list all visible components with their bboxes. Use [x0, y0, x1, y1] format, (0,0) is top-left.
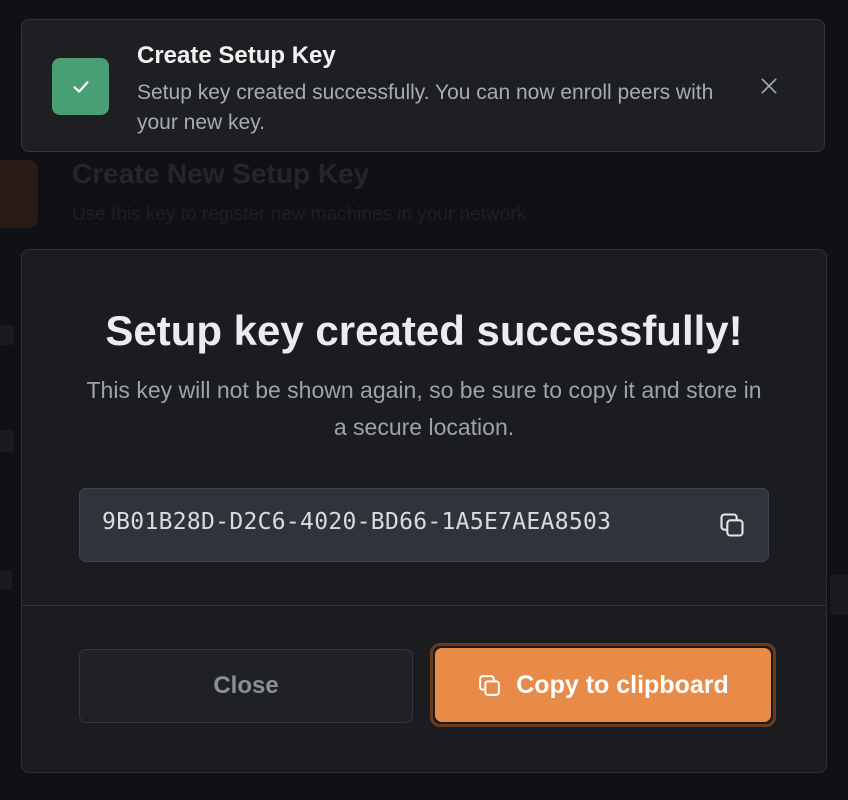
setup-key-field[interactable]: 9B01B28D-D2C6-4020-BD66-1A5E7AEA8503 — [79, 488, 769, 562]
setup-key-modal: Setup key created successfully! This key… — [21, 249, 827, 773]
background-fragment — [0, 430, 14, 452]
check-icon — [52, 58, 109, 115]
divider — [22, 605, 826, 606]
copy-icon[interactable] — [716, 509, 748, 541]
background-title: Create New Setup Key — [72, 158, 370, 189]
close-icon[interactable] — [756, 73, 782, 99]
copy-to-clipboard-button[interactable]: Copy to clipboard — [430, 643, 776, 727]
background-logo — [0, 160, 38, 228]
modal-description: This key will not be shown again, so be … — [86, 377, 762, 440]
background-fragment — [830, 575, 848, 615]
close-button[interactable]: Close — [79, 649, 413, 723]
modal-title: Setup key created successfully! — [105, 307, 743, 354]
toast-message: Setup key created successfully. You can … — [137, 81, 714, 134]
background-subtitle: Use this key to register new machines in… — [72, 204, 527, 225]
setup-key-value[interactable]: 9B01B28D-D2C6-4020-BD66-1A5E7AEA8503 — [102, 509, 611, 535]
copy-icon — [477, 673, 502, 698]
toast-title: Create Setup Key — [137, 42, 336, 69]
copy-button-label: Copy to clipboard — [516, 670, 729, 699]
copy-button-face[interactable]: Copy to clipboard — [435, 648, 771, 722]
background-fragment — [0, 325, 14, 345]
success-toast: Create Setup Key Setup key created succe… — [21, 19, 825, 152]
background-fragment — [0, 570, 12, 590]
